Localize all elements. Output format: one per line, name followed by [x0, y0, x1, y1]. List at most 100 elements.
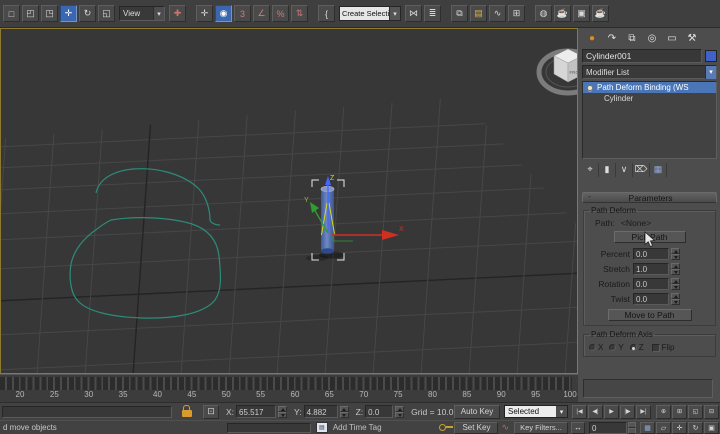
key-selection-dropdown[interactable]: Selected ▾: [504, 405, 568, 418]
spinner-value-field[interactable]: 0.0: [633, 292, 669, 305]
chevron-down-icon[interactable]: ▾: [389, 7, 400, 20]
time-configuration-icon[interactable]: ▦: [640, 421, 655, 434]
snap-3d-icon[interactable]: 3: [234, 5, 251, 22]
move-gizmo[interactable]: Z Y X: [304, 175, 404, 242]
selection-set-combo[interactable]: Create Selection Se ▾: [339, 6, 401, 21]
track-bar[interactable]: 20 25 30 35 40 45 50 55 60 65 70 75 80 85 90 95 100: [0, 374, 578, 402]
zoom-region-icon[interactable]: ▱: [656, 421, 671, 434]
key-filters-button[interactable]: Key Filters...: [514, 421, 568, 434]
tab-display[interactable]: ▭: [662, 31, 682, 46]
rectangular-selection-region-icon[interactable]: ◰: [22, 5, 39, 22]
window-crossing-icon[interactable]: ◳: [41, 5, 58, 22]
zoom-all-icon[interactable]: ⊞: [672, 404, 687, 419]
show-end-result-icon[interactable]: ▮: [599, 162, 616, 177]
zoom-extents-all-icon[interactable]: ⊟: [704, 404, 719, 419]
spinner-arrows[interactable]: [395, 405, 405, 418]
collapse-icon[interactable]: -: [585, 193, 594, 202]
spinner-arrows[interactable]: [671, 247, 680, 260]
zoom-extents-icon[interactable]: ◱: [688, 404, 703, 419]
go-to-end-button[interactable]: ▶|: [636, 404, 651, 419]
keyboard-shortcut-override-icon[interactable]: ✛: [196, 5, 213, 22]
tab-create[interactable]: ●: [582, 31, 602, 46]
set-key-icon[interactable]: [439, 423, 454, 432]
make-unique-icon[interactable]: ∨: [616, 162, 633, 177]
radio-icon[interactable]: [609, 344, 617, 351]
axis-z-radio[interactable]: Z: [629, 343, 644, 352]
radio-icon[interactable]: [589, 344, 596, 351]
snaps-toggle-icon[interactable]: ◉: [215, 5, 232, 22]
mirror-icon[interactable]: ⋈: [405, 5, 422, 22]
spinner-arrows[interactable]: [671, 292, 680, 305]
render-setup-icon[interactable]: ☕: [554, 5, 571, 22]
tab-utilities[interactable]: ⚒: [682, 31, 702, 46]
set-key-button[interactable]: Set Key: [454, 421, 499, 434]
spinner-arrows[interactable]: [671, 262, 680, 275]
chevron-down-icon[interactable]: ▾: [556, 406, 567, 417]
zoom-icon[interactable]: ⊕: [656, 404, 671, 419]
axis-y-radio[interactable]: Y: [609, 343, 624, 352]
new-key-curve-icon[interactable]: ∿: [501, 422, 509, 433]
flip-checkbox[interactable]: Flip: [651, 343, 674, 352]
tab-modify[interactable]: ↷: [602, 31, 622, 46]
tab-motion[interactable]: ◎: [642, 31, 662, 46]
render-production-icon[interactable]: ☕: [592, 5, 609, 22]
named-selection-sets-icon[interactable]: {: [318, 5, 335, 22]
absolute-mode-icon[interactable]: ⊡: [203, 404, 219, 419]
previous-frame-button[interactable]: ◀|: [588, 404, 603, 419]
spinner-arrows[interactable]: [671, 277, 680, 290]
perspective-viewport[interactable]: Z Y X FRONT: [0, 28, 578, 374]
reference-coordinate-dropdown[interactable]: View ▾: [119, 6, 165, 21]
viewcube[interactable]: FRONT: [536, 48, 577, 96]
play-button[interactable]: ▶: [604, 404, 619, 419]
material-editor-icon[interactable]: ◍: [535, 5, 552, 22]
stack-item-path-deform-binding[interactable]: Path Deform Binding (WS: [583, 82, 716, 93]
auto-key-button[interactable]: Auto Key: [454, 404, 500, 419]
maximize-viewport-icon[interactable]: ▣: [704, 421, 719, 434]
orbit-icon[interactable]: ↻: [688, 421, 703, 434]
spinner-snap-icon[interactable]: ⇅: [291, 5, 308, 22]
pan-icon[interactable]: ✛: [672, 421, 687, 434]
angle-snap-icon[interactable]: ∠: [253, 5, 270, 22]
spinner-value-field[interactable]: 0.0: [633, 247, 669, 260]
chevron-down-icon[interactable]: ▾: [705, 65, 716, 79]
pick-path-button[interactable]: Pick Path: [613, 231, 686, 243]
spinner-arrows[interactable]: [339, 405, 349, 418]
select-and-move-icon[interactable]: ✛: [60, 5, 77, 22]
curve-editor-icon[interactable]: ∿: [489, 5, 506, 22]
axis-x-radio[interactable]: X: [589, 343, 603, 352]
go-to-start-button[interactable]: |◀: [572, 404, 587, 419]
modifier-list-dropdown[interactable]: Modifier List ▾: [582, 65, 717, 79]
timeline-ruler[interactable]: 20 25 30 35 40 45 50 55 60 65 70 75 80 85 90 95 100: [0, 375, 577, 403]
remove-modifier-icon[interactable]: ⌦: [633, 162, 650, 177]
current-frame-field[interactable]: 0: [589, 421, 627, 434]
radio-icon[interactable]: [629, 344, 637, 351]
selection-lock-icon[interactable]: [182, 404, 192, 417]
next-frame-button[interactable]: |▶: [620, 404, 635, 419]
spinner-arrows[interactable]: [278, 405, 288, 418]
object-color-swatch[interactable]: [705, 49, 717, 62]
schematic-view-icon[interactable]: ⊞: [508, 5, 525, 22]
key-mode-toggle[interactable]: ↔: [571, 421, 585, 434]
rendered-frame-window-icon[interactable]: ▣: [573, 5, 590, 22]
select-object-icon[interactable]: □: [3, 5, 20, 22]
time-tag-icon[interactable]: ▤: [315, 422, 328, 433]
spinner-arrows[interactable]: [628, 421, 636, 434]
stack-item-cylinder[interactable]: Cylinder: [583, 93, 716, 104]
spinner-value-field[interactable]: 0.0: [633, 277, 669, 290]
viewport-canvas[interactable]: Z Y X FRONT: [1, 29, 577, 373]
move-to-path-button[interactable]: Move to Path: [607, 309, 692, 321]
chevron-down-icon[interactable]: ▾: [153, 7, 164, 20]
select-and-rotate-icon[interactable]: ↻: [79, 5, 96, 22]
percent-snap-icon[interactable]: %: [272, 5, 289, 22]
spinner-value-field[interactable]: 1.0: [633, 262, 669, 275]
x-coord-field[interactable]: 65.517: [236, 405, 277, 418]
modifier-enabled-bulb-icon[interactable]: [587, 84, 593, 91]
parameters-rollout-header[interactable]: - Parameters: [582, 192, 717, 203]
pin-stack-icon[interactable]: ⌖: [582, 162, 599, 177]
layer-manager-icon[interactable]: ⧉: [451, 5, 468, 22]
y-coord-field[interactable]: 4.882: [303, 405, 338, 418]
object-name-field[interactable]: Cylinder001: [582, 48, 702, 63]
align-icon[interactable]: ≣: [424, 5, 441, 22]
tab-hierarchy[interactable]: ⧉: [622, 31, 642, 46]
select-and-manipulate-icon[interactable]: ✚: [169, 5, 186, 22]
